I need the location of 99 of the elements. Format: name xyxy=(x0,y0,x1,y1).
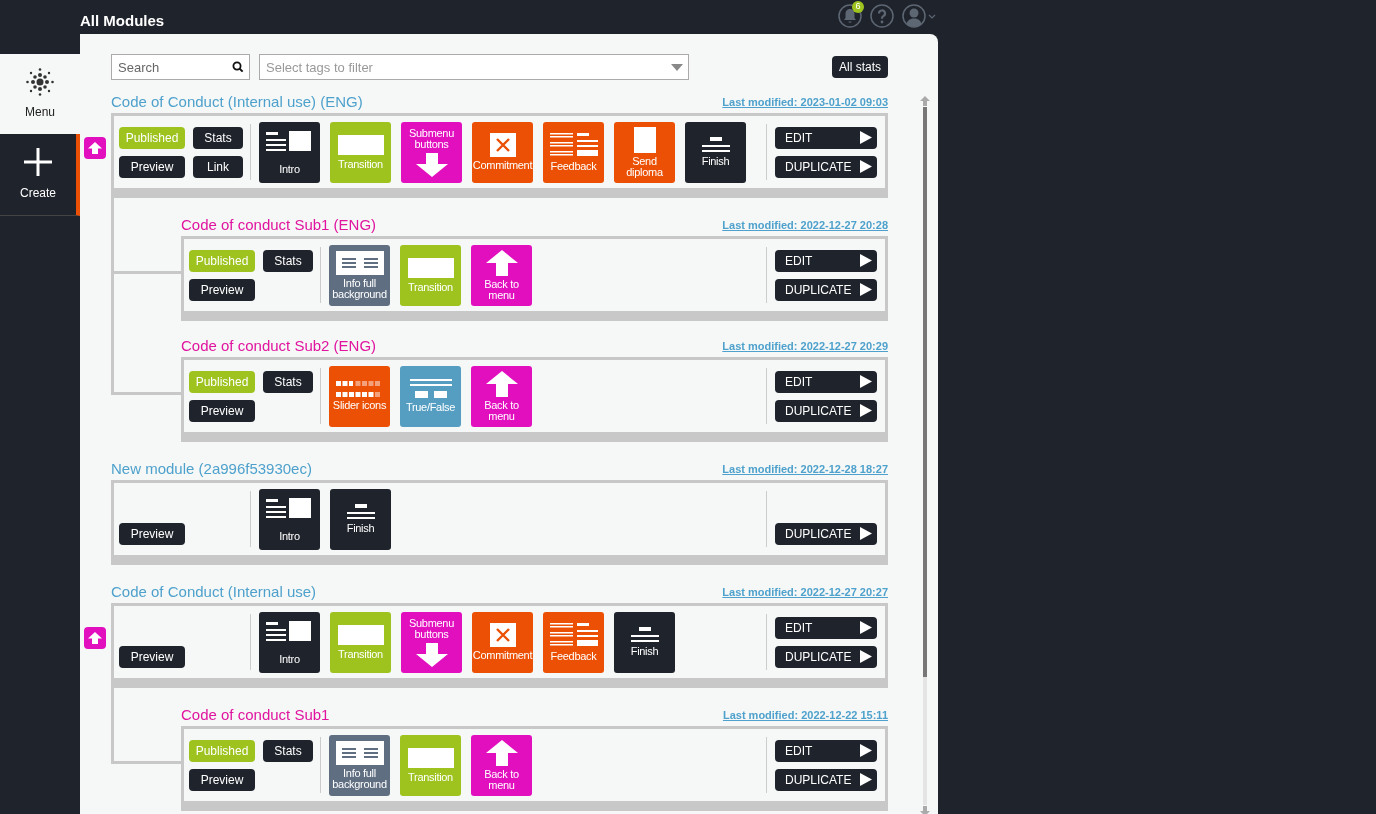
all-stats-button[interactable]: All stats xyxy=(832,56,888,78)
duplicate-button[interactable]: DUPLICATE xyxy=(775,645,877,668)
slide-tile[interactable]: Intro xyxy=(259,121,320,183)
slide-tile[interactable]: Finish xyxy=(330,488,391,550)
duplicate-button[interactable]: DUPLICATE xyxy=(775,155,877,178)
collapse-button[interactable] xyxy=(84,627,106,649)
slide-tile[interactable]: Submenu buttons xyxy=(401,611,462,673)
slide-tile[interactable]: Back to menu xyxy=(471,734,532,796)
stats-button[interactable]: Stats xyxy=(263,370,313,393)
play-icon xyxy=(860,650,872,663)
slide-tile[interactable]: Slider icons xyxy=(329,365,390,427)
up-arrow-icon xyxy=(484,249,519,276)
down-arrow-icon xyxy=(414,642,449,667)
scroll-up-arrow-icon[interactable] xyxy=(920,96,930,106)
page-title: All Modules xyxy=(80,10,165,31)
help-icon[interactable] xyxy=(870,4,894,28)
cross-box-icon xyxy=(489,133,516,157)
module-title: Code of Conduct (Internal use) (ENG) xyxy=(111,91,363,112)
slide-tile[interactable]: Send diploma xyxy=(614,121,675,183)
feedback-layout-icon xyxy=(549,622,598,648)
play-icon xyxy=(860,773,872,786)
play-icon xyxy=(860,621,872,634)
search-icon xyxy=(232,61,244,73)
scroll-down-arrow-icon[interactable] xyxy=(920,806,930,814)
module-title: Code of conduct Sub1 (ENG) xyxy=(181,214,377,235)
play-icon xyxy=(860,744,872,757)
blank-slide-icon xyxy=(336,134,385,156)
module-title: New module (2a996f53930ec) xyxy=(111,458,312,479)
blank-slide-icon xyxy=(406,257,455,279)
cross-box-icon xyxy=(489,623,516,647)
true-false-layout-icon xyxy=(409,379,452,399)
play-icon xyxy=(860,527,872,540)
preview-button[interactable]: Preview xyxy=(189,399,255,422)
finish-layout-icon xyxy=(346,504,375,520)
collapse-button[interactable] xyxy=(84,137,106,159)
up-arrow-icon xyxy=(88,632,102,644)
stats-button[interactable]: Stats xyxy=(263,739,313,762)
module-title: Code of conduct Sub2 (ENG) xyxy=(181,335,377,356)
edit-button[interactable]: EDIT xyxy=(775,739,877,762)
plus-icon xyxy=(24,147,52,176)
up-arrow-icon xyxy=(484,370,519,397)
module-title: Code of Conduct (Internal use) xyxy=(111,581,317,602)
slide-tile[interactable]: Intro xyxy=(259,611,320,673)
blank-slide-icon xyxy=(406,747,455,769)
play-icon xyxy=(860,160,872,173)
slide-tile[interactable]: Finish xyxy=(685,121,746,183)
up-arrow-icon xyxy=(88,142,102,154)
duplicate-button[interactable]: DUPLICATE xyxy=(775,768,877,791)
preview-button[interactable]: Preview xyxy=(189,278,255,301)
slide-tile[interactable]: Commitment xyxy=(472,121,533,183)
slide-tile[interactable]: Feedback xyxy=(543,611,604,673)
scrollbar[interactable] xyxy=(920,96,930,814)
edit-button[interactable]: EDIT xyxy=(775,370,877,393)
duplicate-button[interactable]: DUPLICATE xyxy=(775,522,877,545)
edit-button[interactable]: EDIT xyxy=(775,249,877,272)
play-icon xyxy=(860,404,872,417)
slide-tile[interactable]: Info full background xyxy=(329,734,390,796)
search-field[interactable]: Search xyxy=(111,54,250,80)
tag-filter-dropdown[interactable]: Select tags to filter xyxy=(259,54,689,80)
slide-tile[interactable]: Submenu buttons xyxy=(401,121,462,183)
text-columns-icon xyxy=(335,740,384,765)
slide-tile[interactable]: Info full background xyxy=(329,244,390,306)
up-arrow-icon xyxy=(484,739,519,766)
slide-tile[interactable]: Back to menu xyxy=(471,365,532,427)
preview-button[interactable]: Preview xyxy=(119,522,185,545)
blank-slide-icon xyxy=(336,624,385,646)
create-tab[interactable]: Create xyxy=(0,134,80,216)
page-icon xyxy=(633,126,656,153)
duplicate-button[interactable]: DUPLICATE xyxy=(775,278,877,301)
snowflake-icon xyxy=(25,67,55,97)
link-button[interactable]: Link xyxy=(193,155,243,178)
preview-button[interactable]: Preview xyxy=(119,155,185,178)
finish-layout-icon xyxy=(630,627,659,643)
play-icon xyxy=(860,283,872,296)
caret-icon xyxy=(671,64,683,71)
preview-button[interactable]: Preview xyxy=(119,645,185,668)
notification-count: 6 xyxy=(852,1,864,13)
user-avatar-icon[interactable] xyxy=(902,4,938,28)
text-columns-icon xyxy=(335,250,384,275)
edit-button[interactable]: EDIT xyxy=(775,126,877,149)
slide-tile[interactable]: Finish xyxy=(614,611,675,673)
module-title: Code of conduct Sub1 xyxy=(181,704,330,725)
play-icon xyxy=(860,254,872,267)
play-icon xyxy=(860,131,872,144)
feedback-layout-icon xyxy=(549,132,598,158)
menu-tab[interactable]: Menu xyxy=(0,54,80,134)
finish-layout-icon xyxy=(701,137,730,153)
play-icon xyxy=(860,375,872,388)
slide-tile[interactable]: Commitment xyxy=(472,611,533,673)
edit-button[interactable]: EDIT xyxy=(775,616,877,639)
stats-button[interactable]: Stats xyxy=(193,126,243,149)
preview-button[interactable]: Preview xyxy=(189,768,255,791)
slide-tile[interactable]: Back to menu xyxy=(471,244,532,306)
slide-tile[interactable]: Feedback xyxy=(543,121,604,183)
stats-button[interactable]: Stats xyxy=(263,249,313,272)
down-arrow-icon xyxy=(414,152,449,177)
duplicate-button[interactable]: DUPLICATE xyxy=(775,399,877,422)
bell-icon[interactable] xyxy=(838,4,862,28)
slide-tile[interactable]: Intro xyxy=(259,488,320,550)
